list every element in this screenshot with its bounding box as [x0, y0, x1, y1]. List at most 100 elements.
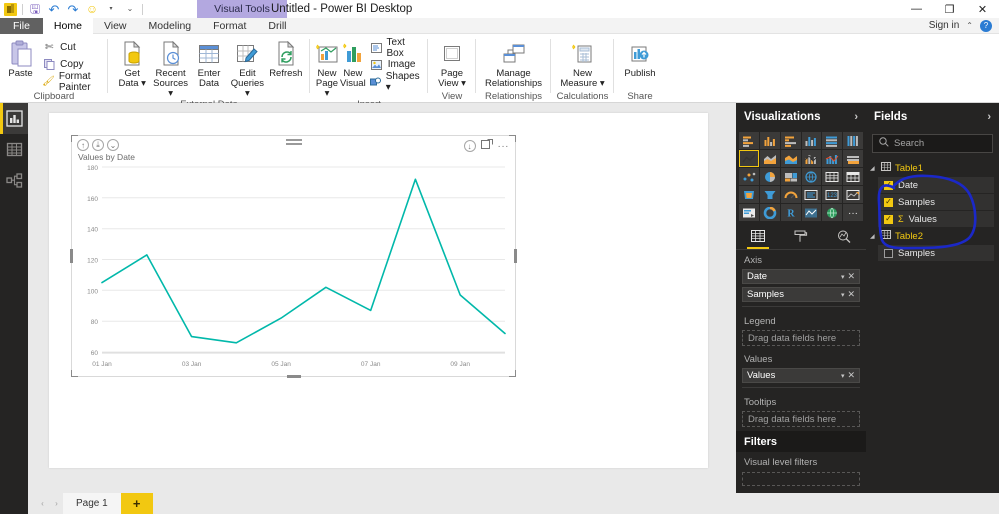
new-page-button[interactable]: New Page ▾: [315, 37, 339, 99]
globe-map-icon[interactable]: [822, 204, 843, 221]
save-icon[interactable]: 🖫: [28, 2, 42, 16]
fields-table-table2[interactable]: ◢ Table2: [866, 228, 999, 244]
drill-up-icon[interactable]: ↑: [77, 139, 89, 151]
refresh-button[interactable]: Refresh: [267, 37, 305, 79]
expander-icon[interactable]: ◢: [870, 165, 877, 172]
well-chip-values[interactable]: Values ▾ ✕: [742, 368, 860, 383]
pie-chart-icon[interactable]: [759, 168, 780, 185]
stacked-area-chart-icon[interactable]: [780, 150, 801, 167]
scatter-chart-icon[interactable]: [739, 168, 759, 185]
sidebar-item-report-view[interactable]: [0, 103, 28, 134]
100-stacked-column-chart-icon[interactable]: [843, 132, 863, 149]
line-stacked-column-chart-icon[interactable]: [801, 150, 822, 167]
field-item-date[interactable]: Date: [878, 177, 994, 193]
enter-data-button[interactable]: Enter Data: [190, 37, 228, 89]
filled-map-icon[interactable]: [739, 186, 759, 203]
help-icon[interactable]: ?: [980, 19, 992, 32]
line-chart-visual[interactable]: ↑ ⤓ ⌄ ↓ ··· Values by Date 180 160 140 1…: [70, 135, 517, 378]
qat-dropdown-icon[interactable]: ▾: [104, 2, 118, 16]
well-dropzone-tooltips[interactable]: Drag data fields here: [742, 411, 860, 427]
r-script-visual-icon[interactable]: R: [780, 204, 801, 221]
sign-in-link[interactable]: Sign in: [929, 20, 960, 31]
arcgis-map-icon[interactable]: [801, 204, 822, 221]
analytics-tab[interactable]: [829, 227, 859, 249]
field-item-values[interactable]: Σ Values: [878, 211, 994, 227]
line-chart-icon[interactable]: [739, 150, 759, 167]
recent-sources-button[interactable]: Recent Sources ▾: [151, 37, 189, 99]
focus-mode-icon[interactable]: [480, 139, 493, 153]
more-visuals-icon[interactable]: ···: [843, 204, 863, 221]
line-clustered-column-chart-icon[interactable]: [822, 150, 843, 167]
sidebar-item-data-view[interactable]: [0, 134, 28, 165]
edit-queries-button[interactable]: Edit Queries ▾: [228, 37, 266, 99]
feedback-smiley-icon[interactable]: ☺: [85, 2, 99, 16]
ribbon-tab-modeling[interactable]: Modeling: [138, 18, 203, 34]
field-checkbox[interactable]: [884, 180, 893, 190]
expand-hierarchy-icon[interactable]: ⌄: [107, 139, 119, 151]
card-icon[interactable]: 123: [822, 186, 843, 203]
format-painter-button[interactable]: 🖌 Format Painter: [39, 71, 103, 93]
stacked-bar-chart-icon[interactable]: [739, 132, 759, 149]
clustered-bar-chart-icon[interactable]: [780, 132, 801, 149]
field-checkbox[interactable]: [884, 214, 893, 224]
publish-button[interactable]: Publish: [619, 37, 661, 79]
100-stacked-bar-chart-icon[interactable]: [822, 132, 843, 149]
well-chip-date[interactable]: Date ▾ ✕: [742, 269, 860, 284]
shapes-button[interactable]: Shapes ▾: [367, 71, 425, 93]
chevron-down-icon[interactable]: ▾: [841, 273, 845, 281]
new-visual-button[interactable]: New Visual: [340, 37, 366, 89]
ribbon-chart-icon[interactable]: [843, 150, 863, 167]
close-button[interactable]: ✕: [966, 0, 999, 18]
page-view-button[interactable]: Page View ▾: [433, 37, 471, 89]
collapse-visualizations-icon[interactable]: ›: [854, 111, 858, 123]
paste-button[interactable]: Paste: [5, 37, 36, 79]
fields-tab[interactable]: [743, 227, 773, 249]
remove-field-icon[interactable]: ✕: [847, 370, 855, 381]
manage-relationships-button[interactable]: Manage Relationships: [481, 37, 546, 89]
remove-field-icon[interactable]: ✕: [847, 289, 855, 300]
fields-search-box[interactable]: Search: [872, 134, 993, 153]
field-item-samples[interactable]: Samples: [878, 194, 994, 210]
ribbon-tab-view[interactable]: View: [93, 18, 138, 34]
format-tab[interactable]: [786, 227, 816, 249]
matrix-icon[interactable]: [843, 168, 863, 185]
kpi-icon[interactable]: [843, 186, 863, 203]
chevron-down-icon[interactable]: ▾: [841, 372, 845, 380]
report-page[interactable]: ↑ ⤓ ⌄ ↓ ··· Values by Date 180 160 140 1…: [49, 113, 708, 468]
undo-icon[interactable]: ↶: [47, 2, 61, 16]
ribbon-tab-home[interactable]: Home: [42, 18, 93, 34]
ribbon-tab-file[interactable]: File: [0, 18, 43, 34]
collapse-ribbon-icon[interactable]: ⌃: [966, 21, 973, 30]
text-box-button[interactable]: Text Box: [367, 37, 425, 59]
field-checkbox[interactable]: [884, 197, 893, 207]
page-tab-page-1[interactable]: Page 1: [63, 493, 121, 514]
treemap-icon[interactable]: [780, 168, 801, 185]
restore-button[interactable]: ❐: [933, 0, 966, 18]
expander-icon[interactable]: ◢: [870, 233, 877, 240]
next-page-icon[interactable]: ›: [50, 499, 63, 508]
visual-level-filters-dropzone[interactable]: [742, 472, 860, 486]
fields-table-table1[interactable]: ◢ Table1: [866, 160, 999, 176]
ribbon-tab-drill[interactable]: Drill: [257, 18, 297, 34]
well-dropzone-legend[interactable]: Drag data fields here: [742, 330, 860, 346]
chevron-down-icon[interactable]: ▾: [841, 291, 845, 299]
customize-qat-icon[interactable]: ⌄: [123, 2, 137, 16]
more-options-icon[interactable]: ···: [498, 141, 510, 152]
funnel-chart-icon[interactable]: [759, 186, 780, 203]
add-page-button[interactable]: +: [120, 493, 153, 514]
slicer-icon[interactable]: [739, 204, 759, 221]
minimize-button[interactable]: —: [900, 0, 933, 18]
drill-down-mode-icon[interactable]: ⤓: [92, 139, 104, 151]
donut-chart-icon[interactable]: [759, 204, 780, 221]
field-item-samples[interactable]: Samples: [878, 245, 994, 261]
fields-search-input[interactable]: Search: [894, 138, 924, 149]
prev-page-icon[interactable]: ‹: [36, 499, 49, 508]
clustered-column-chart-icon[interactable]: [801, 132, 822, 149]
new-measure-button[interactable]: New Measure ▾: [556, 37, 609, 89]
collapse-fields-icon[interactable]: ›: [987, 111, 991, 123]
well-chip-samples[interactable]: Samples ▾ ✕: [742, 287, 860, 302]
ribbon-tab-format[interactable]: Format: [202, 18, 257, 34]
table-icon[interactable]: [822, 168, 843, 185]
field-checkbox[interactable]: [884, 248, 893, 258]
stacked-column-chart-icon[interactable]: [759, 132, 780, 149]
